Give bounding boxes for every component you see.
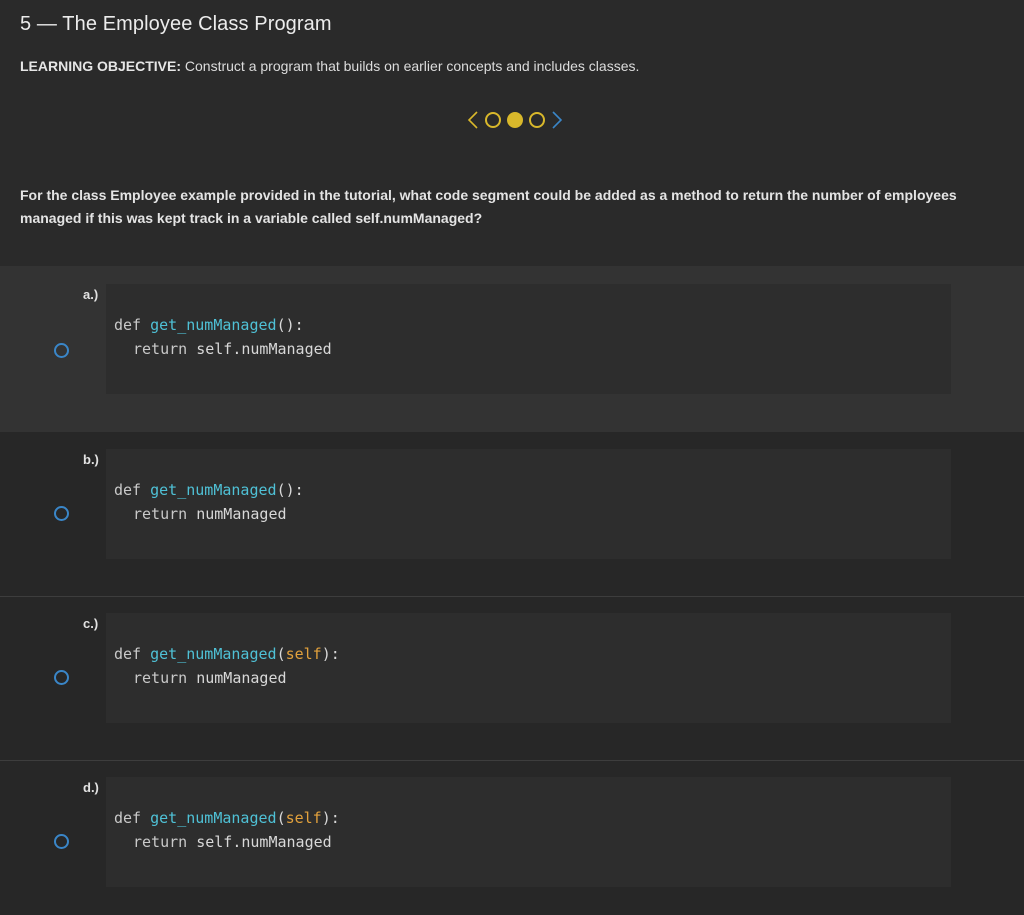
pager-dot-1[interactable]	[485, 112, 501, 128]
code-line-2: return self.numManaged	[133, 340, 332, 358]
objective-label: LEARNING OBJECTIVE:	[20, 58, 182, 74]
option-letter: d.)	[83, 780, 99, 795]
learning-objective: LEARNING OBJECTIVE: Construct a program …	[20, 58, 639, 74]
answer-option-a[interactable]: a.) def get_numManaged(): return self.nu…	[0, 266, 1024, 432]
radio-option-c[interactable]	[54, 670, 69, 685]
answer-option-b[interactable]: b.) def get_numManaged(): return numMana…	[0, 432, 1024, 596]
code-block: def get_numManaged(self): return numMana…	[106, 613, 951, 723]
answer-option-c[interactable]: c.) def get_numManaged(self): return num…	[0, 597, 1024, 760]
header: 5 — The Employee Class Program LEARNING …	[0, 0, 1024, 266]
code-line-2: return numManaged	[133, 669, 287, 687]
option-letter: a.)	[83, 287, 99, 302]
chevron-right-icon[interactable]	[548, 108, 566, 132]
code-line-2: return self.numManaged	[133, 833, 332, 851]
chevron-left-icon[interactable]	[464, 108, 482, 132]
objective-text: Construct a program that builds on earli…	[181, 58, 640, 74]
radio-option-d[interactable]	[54, 834, 69, 849]
pager-dot-3[interactable]	[529, 112, 545, 128]
code-line-2: return numManaged	[133, 505, 287, 523]
pager-dot-2-current[interactable]	[507, 112, 523, 128]
code-block: def get_numManaged(): return self.numMan…	[106, 284, 951, 394]
code-line-1: def get_numManaged(self):	[114, 645, 340, 663]
radio-option-a[interactable]	[54, 343, 69, 358]
page-title: 5 — The Employee Class Program	[20, 13, 332, 35]
question-pager	[464, 108, 566, 132]
code-line-1: def get_numManaged():	[114, 316, 304, 334]
code-block: def get_numManaged(self): return self.nu…	[106, 777, 951, 887]
option-letter: c.)	[83, 616, 99, 631]
code-block: def get_numManaged(): return numManaged	[106, 449, 951, 559]
option-letter: b.)	[83, 452, 99, 467]
answer-option-d[interactable]: d.) def get_numManaged(self): return sel…	[0, 761, 1024, 915]
code-line-1: def get_numManaged(self):	[114, 809, 340, 827]
radio-option-b[interactable]	[54, 506, 69, 521]
code-line-1: def get_numManaged():	[114, 481, 304, 499]
question-text: For the class Employee example provided …	[20, 187, 957, 226]
